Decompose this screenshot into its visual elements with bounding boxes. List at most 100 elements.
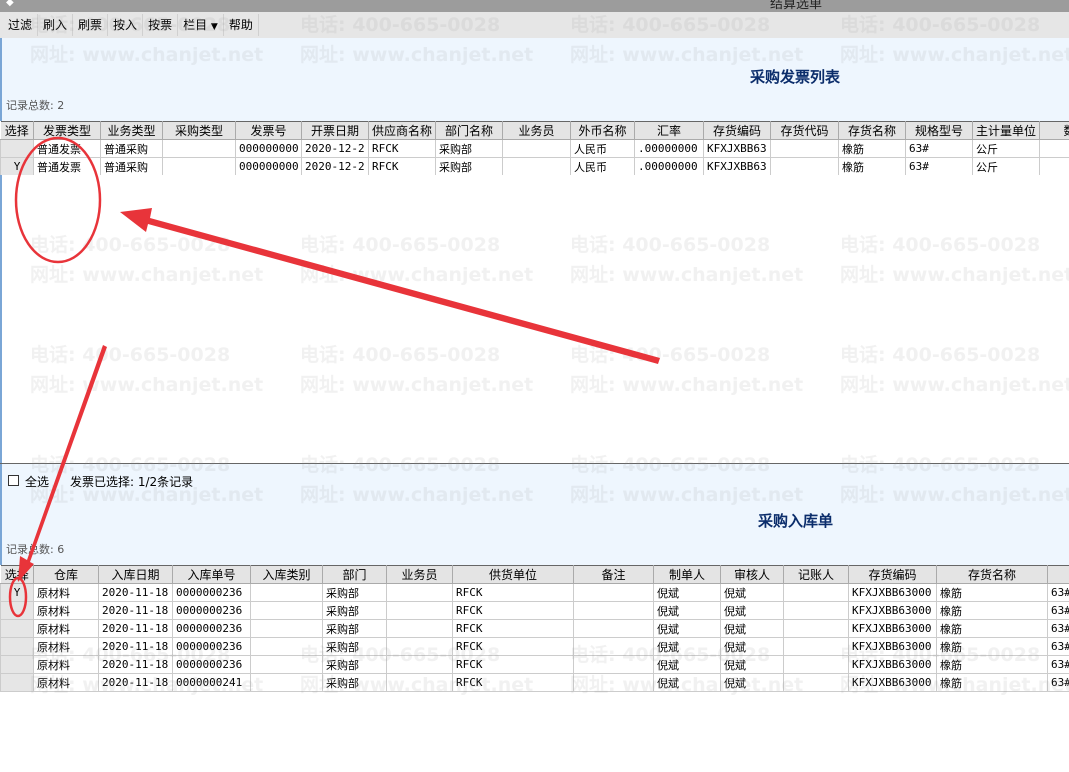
table-cell[interactable] xyxy=(1039,157,1069,176)
table-cell[interactable]: 2020-11-18 xyxy=(98,601,173,620)
table-cell[interactable]: 橡筋 xyxy=(936,619,1048,638)
column-header[interactable]: 供应商名称 xyxy=(368,121,436,140)
table-cell[interactable]: 采购部 xyxy=(322,637,387,656)
table-cell[interactable]: 原材料 xyxy=(33,637,99,656)
select-cell[interactable] xyxy=(0,601,34,620)
table-cell[interactable]: .00000000 xyxy=(634,157,704,176)
table-cell[interactable] xyxy=(386,655,453,674)
table-cell[interactable] xyxy=(783,637,849,656)
table-cell[interactable]: 倪斌 xyxy=(720,601,784,620)
table-cell[interactable]: 0000000236 xyxy=(172,601,251,620)
table-cell[interactable]: 橡筋 xyxy=(936,637,1048,656)
table-cell[interactable]: 普通采购 xyxy=(100,139,163,158)
table-cell[interactable]: 倪斌 xyxy=(653,601,721,620)
column-header[interactable]: 业务类型 xyxy=(100,121,163,140)
table-cell[interactable] xyxy=(250,619,323,638)
table-cell[interactable]: 倪斌 xyxy=(653,673,721,692)
column-header[interactable]: 备注 xyxy=(573,565,654,584)
table-cell[interactable]: 倪斌 xyxy=(720,583,784,602)
table-cell[interactable]: 0000000236 xyxy=(172,637,251,656)
table-cell[interactable] xyxy=(783,583,849,602)
help-button[interactable]: 帮助 xyxy=(224,14,259,36)
table-row[interactable]: Y 原材料 2020-11-18 0000000236 采购部 RFCK 倪斌 倪斌 KFXJX… xyxy=(0,583,1069,602)
table-cell[interactable]: 采购部 xyxy=(435,157,503,176)
table-cell[interactable]: 人民币 xyxy=(570,157,635,176)
table-cell[interactable]: 倪斌 xyxy=(720,655,784,674)
table-cell[interactable]: RFCK xyxy=(452,619,574,638)
table-cell[interactable]: 倪斌 xyxy=(720,619,784,638)
table-cell[interactable]: RFCK xyxy=(452,673,574,692)
brush-invoice-button[interactable]: 刷票 xyxy=(73,14,109,36)
table-cell[interactable]: 2020-11-18 xyxy=(98,673,173,692)
table-cell[interactable]: RFCK xyxy=(452,637,574,656)
table-cell[interactable]: 橡筋 xyxy=(936,673,1048,692)
table-cell[interactable]: 原材料 xyxy=(33,601,99,620)
table-cell[interactable]: KFXJXBB63000 xyxy=(848,655,937,674)
table-cell[interactable] xyxy=(386,673,453,692)
column-header[interactable]: 审核人 xyxy=(720,565,784,584)
table-cell[interactable]: 63# xyxy=(1047,583,1069,602)
table-cell[interactable]: 2020-11-18 xyxy=(98,637,173,656)
table-cell[interactable]: 2020-12-2 xyxy=(301,157,369,176)
table-cell[interactable]: 普通发票 xyxy=(33,139,101,158)
table-cell[interactable] xyxy=(573,601,654,620)
table-cell[interactable]: 倪斌 xyxy=(720,673,784,692)
select-cell[interactable] xyxy=(0,673,34,692)
table-cell[interactable] xyxy=(573,673,654,692)
table-cell[interactable]: RFCK xyxy=(452,655,574,674)
table-cell[interactable]: 0000000236 xyxy=(172,655,251,674)
table-cell[interactable]: 000000000 xyxy=(235,157,302,176)
column-header[interactable]: 供货单位 xyxy=(452,565,574,584)
table-cell[interactable]: 0000000241 xyxy=(172,673,251,692)
table-cell[interactable]: KFXJXBB63 xyxy=(703,157,771,176)
table-cell[interactable]: 采购部 xyxy=(322,583,387,602)
table-cell[interactable]: 2020-11-18 xyxy=(98,655,173,674)
column-header[interactable]: 存货编码 xyxy=(848,565,937,584)
table-cell[interactable]: KFXJXBB63000 xyxy=(848,601,937,620)
table-cell[interactable] xyxy=(770,139,839,158)
match-in-button[interactable]: 按入 xyxy=(108,14,144,36)
column-header[interactable]: 仓库 xyxy=(33,565,99,584)
table-cell[interactable]: 橡筋 xyxy=(936,601,1048,620)
columns-button[interactable]: 栏目 ▼ xyxy=(178,14,224,36)
table-cell[interactable]: 倪斌 xyxy=(653,637,721,656)
table-cell[interactable]: 2020-11-18 xyxy=(98,619,173,638)
table-cell[interactable]: 采购部 xyxy=(435,139,503,158)
table-row[interactable]: 原材料 2020-11-18 0000000236 采购部 RFCK 倪斌 倪斌 KFXJXB… xyxy=(0,619,1069,638)
table-cell[interactable]: 63# xyxy=(905,157,973,176)
table-cell[interactable] xyxy=(770,157,839,176)
table-cell[interactable] xyxy=(573,619,654,638)
table-cell[interactable]: 2020-12-2 xyxy=(301,139,369,158)
table-cell[interactable]: 63# xyxy=(1047,655,1069,674)
table-cell[interactable]: 倪斌 xyxy=(653,655,721,674)
table-cell[interactable] xyxy=(502,157,571,176)
select-cell[interactable] xyxy=(0,619,34,638)
table-cell[interactable]: 橡筋 xyxy=(838,157,906,176)
table-row[interactable]: 原材料 2020-11-18 0000000236 采购部 RFCK 倪斌 倪斌 KFXJXB… xyxy=(0,655,1069,674)
column-header[interactable] xyxy=(1047,565,1069,584)
table-cell[interactable]: 63# xyxy=(1047,619,1069,638)
table-row[interactable]: Y 普通发票 普通采购 000000000 2020-12-2 RFCK 采购部 人民币 .00… xyxy=(0,157,1069,176)
table-cell[interactable]: 普通采购 xyxy=(100,157,163,176)
select-cell[interactable]: Y xyxy=(0,157,34,176)
table-cell[interactable]: 2020-11-18 xyxy=(98,583,173,602)
table-cell[interactable] xyxy=(502,139,571,158)
table-cell[interactable] xyxy=(250,637,323,656)
table-cell[interactable]: 采购部 xyxy=(322,655,387,674)
column-header[interactable]: 存货名称 xyxy=(838,121,906,140)
table-cell[interactable] xyxy=(386,601,453,620)
column-header[interactable]: 入库单号 xyxy=(172,565,251,584)
table-cell[interactable]: 63# xyxy=(1047,601,1069,620)
table-cell[interactable] xyxy=(1039,139,1069,158)
match-invoice-button[interactable]: 按票 xyxy=(143,14,179,36)
column-header[interactable]: 存货编码 xyxy=(703,121,771,140)
column-header[interactable]: 记账人 xyxy=(783,565,849,584)
table-cell[interactable]: 采购部 xyxy=(322,673,387,692)
table-cell[interactable] xyxy=(573,583,654,602)
table-cell[interactable] xyxy=(250,673,323,692)
table-cell[interactable]: 采购部 xyxy=(322,601,387,620)
column-header[interactable]: 外币名称 xyxy=(570,121,635,140)
table-cell[interactable]: 人民币 xyxy=(570,139,635,158)
select-cell[interactable] xyxy=(0,655,34,674)
table-cell[interactable]: KFXJXBB63000 xyxy=(848,637,937,656)
